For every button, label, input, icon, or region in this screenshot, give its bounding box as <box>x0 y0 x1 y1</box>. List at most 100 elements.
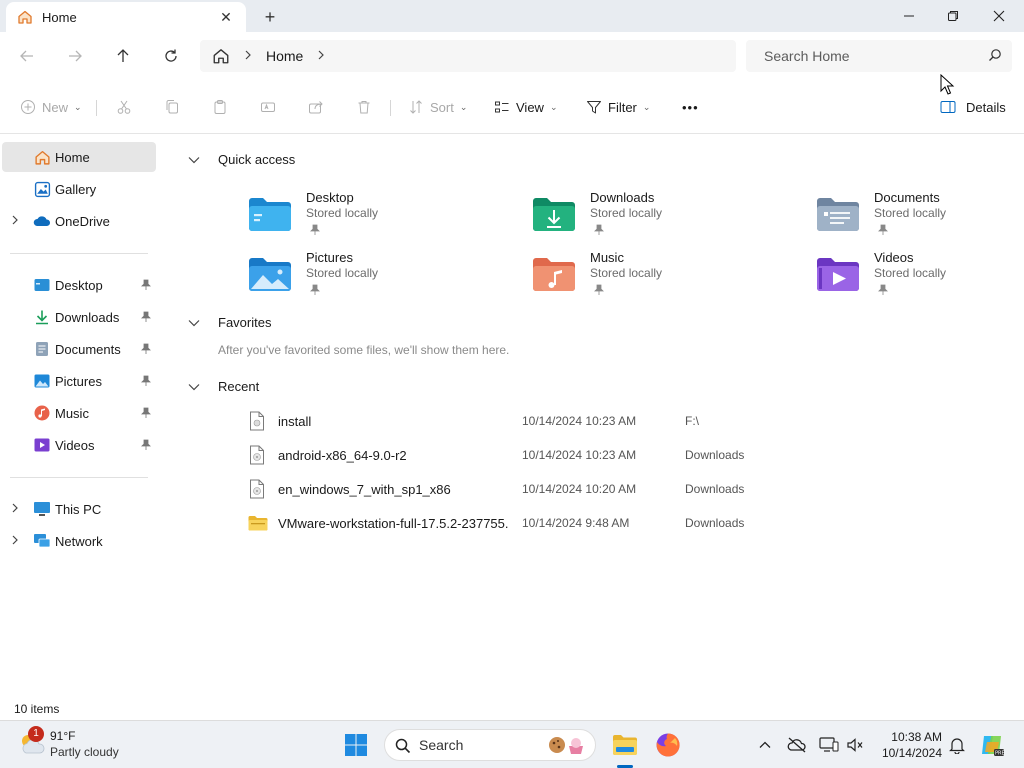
details-button[interactable]: Details <box>940 94 1006 120</box>
pin-icon[interactable] <box>140 375 152 387</box>
volume-tray-button[interactable] <box>840 729 870 761</box>
copilot-icon: PRE <box>982 736 1005 757</box>
sidebar-item-this-pc[interactable]: This PC <box>2 494 156 524</box>
quick-access-pictures[interactable]: Pictures Stored locally <box>248 250 498 300</box>
pin-icon[interactable] <box>140 311 152 323</box>
quick-access-header[interactable]: Quick access <box>188 152 295 167</box>
disc-image-icon <box>250 479 264 499</box>
quick-access-music[interactable]: Music Stored locally <box>532 250 782 300</box>
chevron-right-icon[interactable] <box>11 503 19 516</box>
chevron-right-icon[interactable] <box>244 49 252 63</box>
restore-button[interactable] <box>930 0 976 32</box>
sidebar-item-label: OneDrive <box>55 213 110 229</box>
onedrive-tray-button[interactable] <box>782 729 812 761</box>
start-button[interactable] <box>340 729 372 761</box>
close-window-button[interactable] <box>976 0 1022 32</box>
refresh-icon <box>165 49 177 62</box>
notifications-button[interactable] <box>944 729 970 761</box>
recent-item-name: android-x86_64-9.0-r2 <box>278 447 407 463</box>
filter-button[interactable]: Filter ⌄ <box>586 94 650 120</box>
recent-item[interactable]: VMware-workstation-full-17.5.2-237755...… <box>246 510 1006 536</box>
quick-access-documents[interactable]: Documents Stored locally <box>816 190 1024 240</box>
chevron-down-icon[interactable] <box>188 156 202 164</box>
recent-item[interactable]: android-x86_64-9.0-r2 10/14/2024 10:23 A… <box>246 442 1006 468</box>
share-button[interactable] <box>308 94 324 120</box>
recent-header[interactable]: Recent <box>188 379 259 394</box>
weather-description: Partly cloudy <box>50 745 119 759</box>
sidebar-item-music[interactable]: Music <box>2 398 156 428</box>
windows-logo-icon <box>345 734 367 756</box>
documents-icon <box>33 340 51 358</box>
quick-access-videos[interactable]: Videos Stored locally <box>816 250 1024 300</box>
chevron-right-icon[interactable] <box>317 49 325 63</box>
sidebar-item-videos[interactable]: Videos <box>2 430 156 460</box>
quick-access-status: Stored locally <box>306 266 379 280</box>
quick-access-desktop[interactable]: Desktop Stored locally <box>248 190 498 240</box>
home-icon <box>16 8 34 26</box>
sidebar-item-pictures[interactable]: Pictures <box>2 366 156 396</box>
quick-access-downloads[interactable]: Downloads Stored locally <box>532 190 782 240</box>
home-icon <box>33 148 51 166</box>
delete-button[interactable] <box>356 94 372 120</box>
recent-item[interactable]: install 10/14/2024 10:23 AM F:\ <box>246 408 1006 434</box>
pin-icon <box>594 284 604 295</box>
tab-home[interactable]: Home ✕ <box>6 2 246 32</box>
search-input[interactable]: Search Home <box>746 40 1012 72</box>
show-hidden-icons-button[interactable] <box>750 729 780 761</box>
up-button[interactable] <box>108 42 138 70</box>
pin-icon[interactable] <box>140 279 152 291</box>
new-tab-button[interactable]: + <box>258 6 282 28</box>
status-bar: 10 items <box>0 700 1024 720</box>
rename-button[interactable] <box>260 94 276 120</box>
sidebar-item-onedrive[interactable]: OneDrive <box>2 206 156 236</box>
chevron-right-icon[interactable] <box>11 535 19 548</box>
address-bar[interactable]: Home <box>200 40 736 72</box>
back-button[interactable] <box>12 42 42 70</box>
paste-button[interactable] <box>212 94 228 120</box>
sidebar-item-desktop[interactable]: Desktop <box>2 270 156 300</box>
rename-icon <box>261 102 275 112</box>
title-bar: Home ✕ + <box>0 0 1024 32</box>
sidebar-item-home[interactable]: Home <box>2 142 156 172</box>
sidebar-item-downloads[interactable]: Downloads <box>2 302 156 332</box>
notification-badge: 1 <box>28 726 44 742</box>
pin-icon[interactable] <box>140 407 152 419</box>
taskbar-file-explorer[interactable] <box>609 729 641 761</box>
clock-date: 10/14/2024 <box>881 746 942 760</box>
sort-icon <box>410 100 422 114</box>
chevron-right-icon[interactable] <box>11 215 19 228</box>
sort-button[interactable]: Sort ⌄ <box>408 94 467 120</box>
pin-icon <box>878 284 888 295</box>
minimize-button[interactable] <box>886 0 932 32</box>
sidebar-item-documents[interactable]: Documents <box>2 334 156 364</box>
new-button[interactable]: New ⌄ <box>20 94 82 120</box>
weather-widget[interactable]: 1 91°F Partly cloudy <box>18 726 138 763</box>
recent-item[interactable]: en_windows_7_with_sp1_x86 10/14/2024 10:… <box>246 476 1006 502</box>
sidebar-item-label: Pictures <box>55 373 102 389</box>
home-icon[interactable] <box>212 47 230 65</box>
tab-close-button[interactable]: ✕ <box>216 7 236 27</box>
clock[interactable]: 10:38 AM 10/14/2024 <box>870 729 942 761</box>
favorites-header[interactable]: Favorites <box>188 315 271 330</box>
sidebar-item-network[interactable]: Network <box>2 526 156 556</box>
pin-icon[interactable] <box>140 343 152 355</box>
taskbar-firefox[interactable] <box>652 729 684 761</box>
taskbar-search[interactable]: Search <box>384 729 596 761</box>
refresh-button[interactable] <box>156 42 186 70</box>
copy-button[interactable] <box>164 94 180 120</box>
pin-icon[interactable] <box>140 439 152 451</box>
command-bar: New ⌄ Sort ⌄ View ⌄ Filter ⌄ ••• Details <box>0 80 1024 134</box>
breadcrumb-home[interactable]: Home <box>266 48 303 64</box>
forward-button[interactable] <box>60 42 90 70</box>
view-button[interactable]: View ⌄ <box>494 94 558 120</box>
quick-access-status: Stored locally <box>874 206 947 220</box>
chevron-down-icon: ⌄ <box>642 101 651 112</box>
copilot-button[interactable]: PRE <box>976 729 1008 761</box>
sidebar-item-label: Gallery <box>55 181 97 197</box>
chevron-down-icon[interactable] <box>188 383 202 391</box>
clock-time: 10:38 AM <box>891 730 942 744</box>
chevron-down-icon[interactable] <box>188 319 202 327</box>
more-options-button[interactable]: ••• <box>682 94 699 120</box>
cut-button[interactable] <box>116 94 132 120</box>
sidebar-item-gallery[interactable]: Gallery <box>2 174 156 204</box>
